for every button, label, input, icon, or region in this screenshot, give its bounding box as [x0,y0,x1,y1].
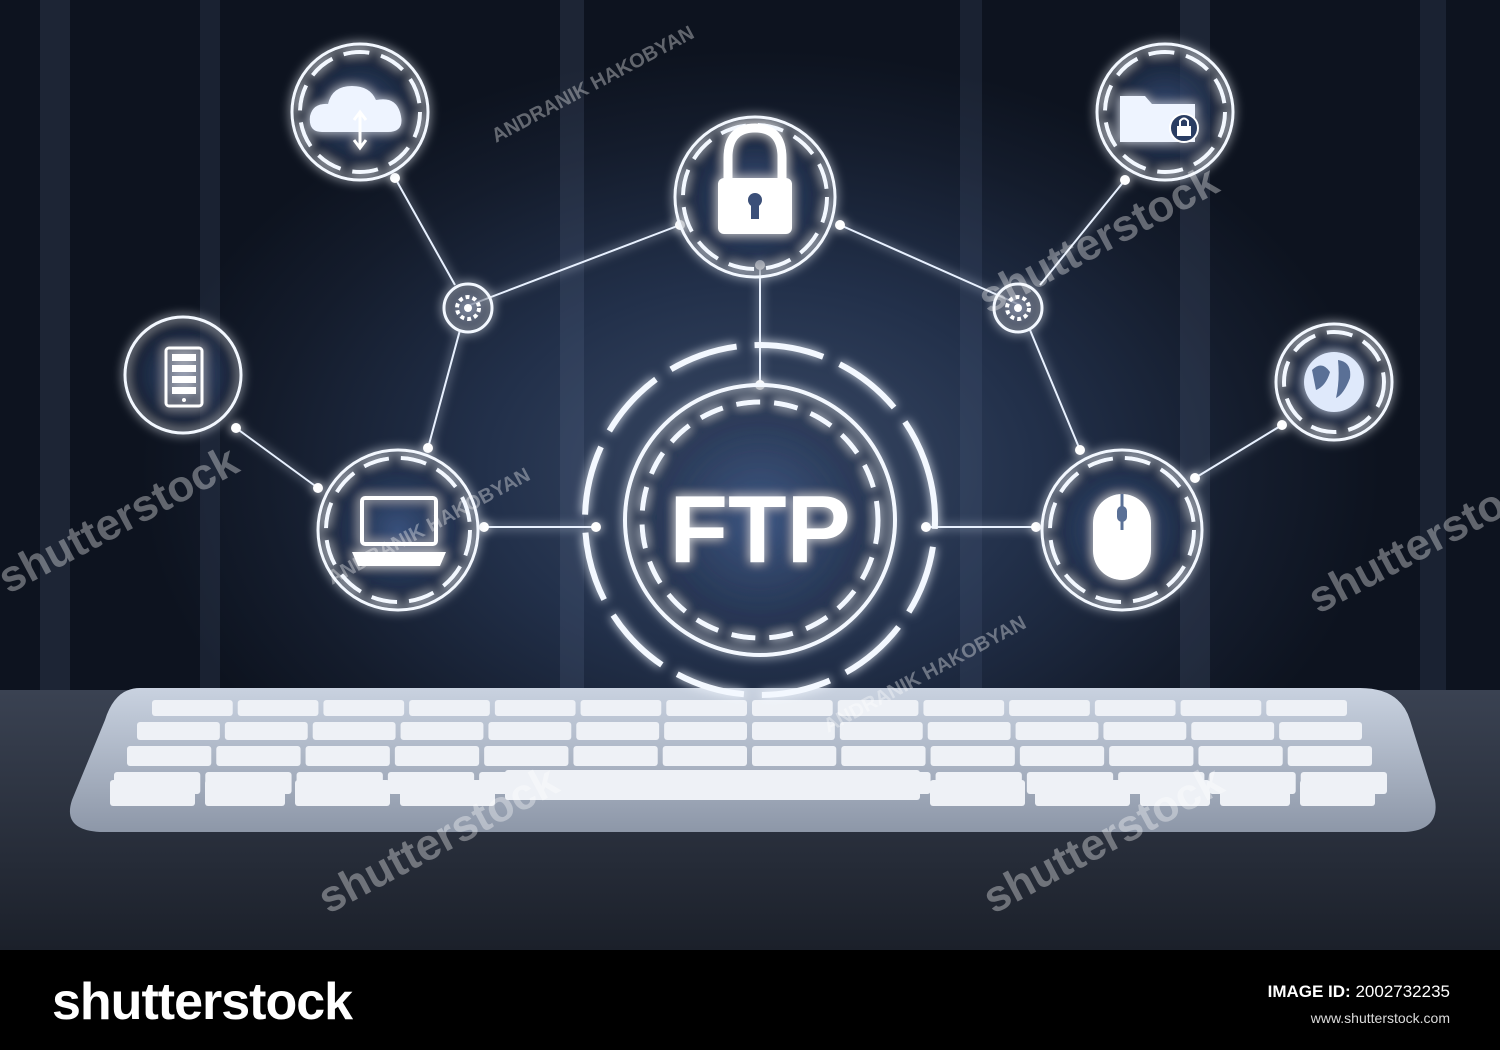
image-id-label: IMAGE ID: [1267,982,1351,1001]
image-id: IMAGE ID: 2002732235 [1268,982,1450,1002]
locked-folder-icon [1095,42,1235,182]
padlock-icon [673,115,837,279]
ftp-label: FTP [669,476,850,583]
stock-photo-frame: FTP ANDRANIK HAKOBYAN ANDRANIK HAKOBYAN … [0,0,1500,1050]
stock-footer: shutterstock IMAGE ID: 2002732235 www.sh… [0,950,1500,1050]
footer-brand-logo: shutterstock [52,973,353,1031]
keyboard [69,688,1436,832]
photo: FTP ANDRANIK HAKOBYAN ANDRANIK HAKOBYAN … [0,0,1500,950]
gear-icon [442,282,494,334]
footer-url: www.shutterstock.com [1310,1010,1450,1026]
cloud-transfer-icon [290,42,430,182]
globe-icon [1274,322,1394,442]
computer-mouse-icon [1040,448,1204,612]
image-id-value: 2002732235 [1355,982,1450,1001]
server-rack-icon [123,315,243,435]
